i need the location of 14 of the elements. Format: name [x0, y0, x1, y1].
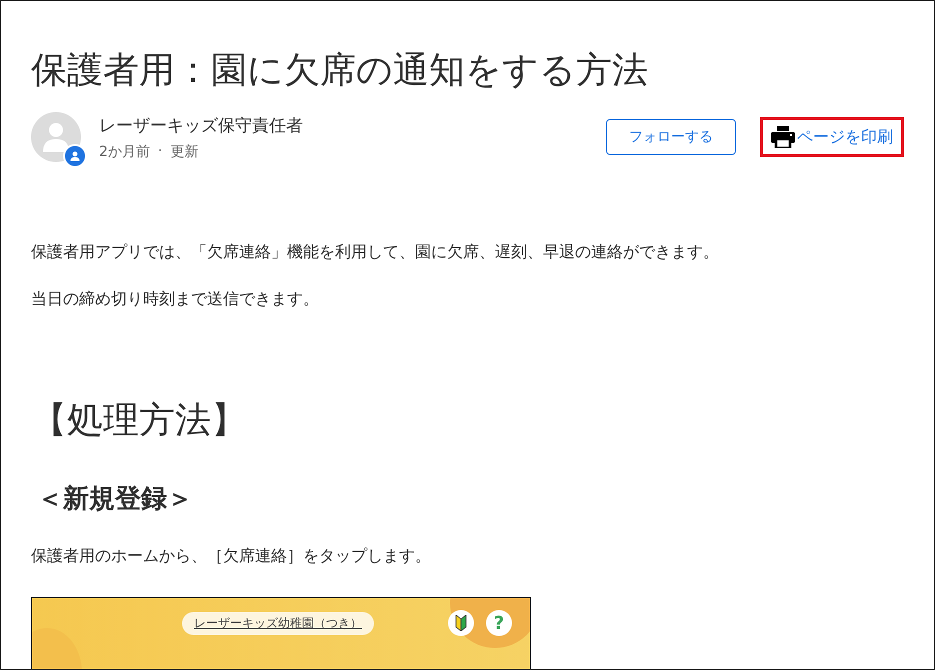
step-text: 保護者用のホームから、［欠席連絡］をタップします。: [31, 546, 432, 568]
post-age: 2か月前: [99, 142, 150, 161]
author-name[interactable]: レーザーキッズ保守責任者: [99, 114, 588, 137]
updated-label: 更新: [170, 142, 198, 161]
school-name: レーザーキッズ幼稚園（つき）: [182, 612, 374, 635]
article-title: 保護者用：園に欠席の通知をする方法: [31, 49, 649, 92]
section-heading: 【処理方法】: [31, 399, 248, 444]
body-paragraph: 保護者用アプリでは、「欠席連絡」機能を利用して、園に欠席、遅刻、早退の連絡ができます。: [31, 242, 720, 264]
print-page-link[interactable]: ページを印刷: [760, 117, 904, 158]
printer-icon: [771, 126, 795, 148]
separator-dot: ·: [158, 142, 162, 161]
body-paragraph: 当日の締め切り時刻まで送信できます。: [31, 289, 320, 310]
subheading: ＜新規登録＞: [37, 483, 194, 516]
follow-button[interactable]: フォローする: [606, 119, 736, 156]
